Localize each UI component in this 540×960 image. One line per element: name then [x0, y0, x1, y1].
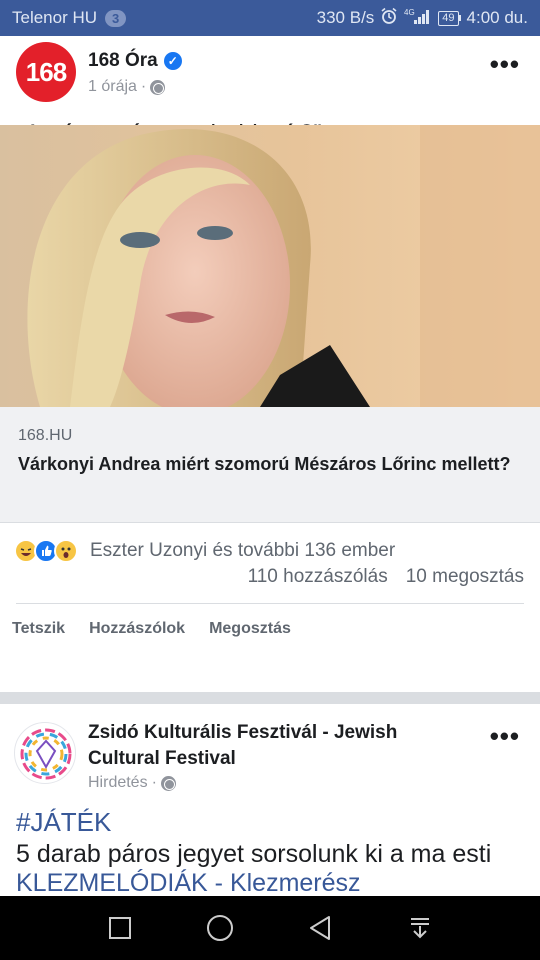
share-button[interactable]: Megosztás [209, 620, 291, 644]
post-meta-sponsored: Hirdetés · [88, 774, 176, 792]
post-text: 5 darab páros jegyet sorsolunk ki a ma e… [16, 840, 526, 898]
link-preview[interactable]: 168.HU Várkonyi Andrea miért szomorú Més… [0, 407, 540, 523]
link-domain: 168.HU [18, 427, 73, 444]
post-header: 168 168 Óra ✓ 1 órája · ••• [0, 36, 540, 108]
post-meta: 1 órája · [88, 78, 166, 96]
network-speed: 330 B/s [316, 8, 375, 27]
screen: Telenor HU 3 330 B/s 4G 49 4:00 du. 168 … [0, 0, 540, 960]
divider [16, 603, 524, 604]
page-name[interactable]: 168 Óra [88, 50, 158, 72]
home-button[interactable] [203, 911, 237, 945]
verified-badge-icon: ✓ [163, 52, 182, 70]
like-button[interactable]: Tetszik [12, 620, 65, 644]
notification-pull-button[interactable] [403, 911, 437, 945]
shares-count[interactable]: 10 megosztás [406, 566, 524, 588]
reactors-text[interactable]: Eszter Uzonyi és további 136 ember [90, 540, 395, 562]
triangle-back-icon [310, 916, 330, 940]
pull-down-icon [411, 918, 429, 939]
engagement-counts: 110 hozzászólás 10 megosztás [248, 566, 524, 588]
status-bar: Telenor HU 3 330 B/s 4G 49 4:00 du. [0, 0, 540, 36]
sponsored-label: Hirdetés [88, 774, 148, 791]
link-title[interactable]: Várkonyi Andrea miért szomorú Mészáros L… [18, 451, 522, 477]
back-button[interactable] [303, 911, 337, 945]
page-avatar[interactable]: 168 [16, 42, 76, 102]
battery-icon: 49 [438, 10, 461, 26]
circle-icon [207, 915, 233, 941]
hashtag-link[interactable]: #JÁTÉK [16, 807, 111, 838]
comment-button[interactable]: Hozzászólok [89, 620, 185, 644]
carrier-name: Telenor HU [12, 8, 98, 27]
more-options-button[interactable]: ••• [490, 723, 520, 749]
comments-count[interactable]: 110 hozzászólás [248, 566, 388, 588]
feed-separator [0, 692, 540, 704]
navigation-bar [0, 896, 540, 960]
reactions-summary[interactable]: Eszter Uzonyi és további 136 ember [0, 536, 540, 566]
globe-icon [150, 79, 166, 95]
reaction-icons [14, 539, 78, 563]
post-text-body: 5 darab páros jegyet sorsolunk ki a ma e… [16, 840, 492, 868]
page-avatar-festival[interactable] [14, 722, 76, 784]
wow-reaction-icon [54, 539, 78, 563]
notification-count-badge: 3 [105, 9, 127, 27]
more-options-button[interactable]: ••• [490, 51, 520, 77]
globe-icon [160, 775, 176, 791]
recent-apps-button[interactable] [103, 911, 137, 945]
alarm-icon [380, 7, 398, 30]
battery-level: 49 [438, 10, 459, 26]
signal-icon: 4G [404, 7, 432, 30]
page-name-festival[interactable]: Zsidó Kulturális Fesztivál - Jewish Cult… [88, 720, 448, 772]
post-time[interactable]: 1 órája [88, 78, 137, 96]
network-type: 4G [404, 8, 415, 17]
event-link[interactable]: KLEZMELÓDIÁK - Klezmerész [16, 869, 361, 897]
clock: 4:00 du. [466, 8, 528, 27]
post-actions: Tetszik Hozzászólok Megosztás [0, 620, 540, 644]
link-preview-image[interactable] [0, 125, 540, 407]
square-icon [109, 917, 131, 939]
page-name-link[interactable]: 168 Óra ✓ [88, 50, 182, 72]
